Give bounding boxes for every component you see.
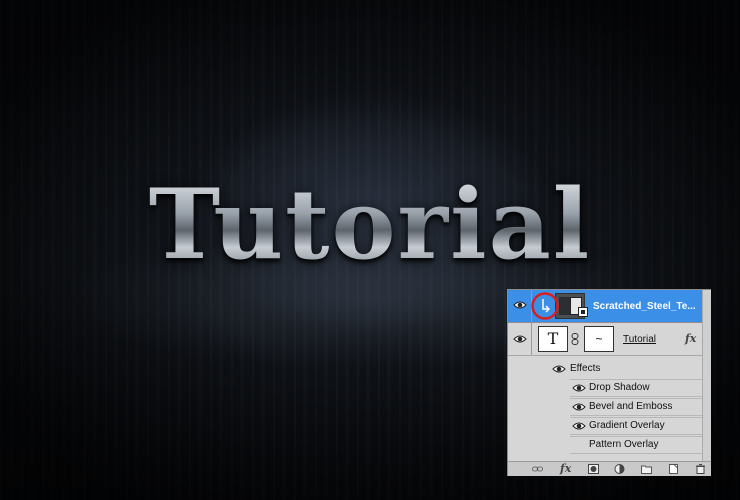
fx-icon[interactable]: fx — [560, 462, 571, 475]
mask-icon[interactable] — [588, 464, 599, 474]
fx-badge-icon[interactable]: fx — [685, 332, 696, 345]
effect-label: Pattern Overlay — [589, 439, 659, 450]
link-chain-icon[interactable] — [571, 333, 579, 345]
layer-name-scratched-steel[interactable]: Scratched_Steel_Te... — [593, 301, 696, 312]
layers-bottom-toolbar: fx — [508, 461, 711, 476]
layer-row-tutorial[interactable]: T ~ Tutorial fx — [508, 323, 711, 356]
effect-pattern-overlay[interactable]: Pattern Overlay — [570, 436, 711, 454]
text-layer-thumbnail[interactable]: T — [538, 326, 568, 352]
layer-row-scratched-steel[interactable]: Scratched_Steel_Te... — [508, 290, 711, 323]
layer-mask-thumbnail[interactable]: ~ — [584, 326, 614, 352]
effects-header-row[interactable]: Effects — [508, 360, 711, 378]
eye-icon[interactable] — [572, 383, 586, 393]
effect-drop-shadow[interactable]: Drop Shadow — [570, 379, 711, 397]
eye-icon[interactable] — [513, 300, 527, 310]
smart-object-badge-icon — [578, 307, 588, 317]
effect-gradient-overlay[interactable]: Gradient Overlay — [570, 417, 711, 435]
folder-icon[interactable] — [641, 464, 652, 474]
adjustment-icon[interactable] — [614, 464, 625, 474]
layers-scrollbar[interactable] — [702, 290, 711, 461]
eye-icon[interactable] — [572, 421, 586, 431]
effect-label: Bevel and Emboss — [589, 401, 673, 412]
layers-panel: Scratched_Steel_Te... T ~ Tutorial fx Ef… — [507, 289, 711, 476]
effect-label: Drop Shadow — [589, 382, 650, 393]
trash-icon[interactable] — [695, 464, 706, 474]
new-layer-icon[interactable] — [668, 464, 679, 474]
layer-visibility-cell[interactable] — [508, 323, 532, 355]
eye-icon[interactable] — [572, 402, 586, 412]
link-icon[interactable] — [532, 464, 543, 474]
effect-bevel-emboss[interactable]: Bevel and Emboss — [570, 398, 711, 416]
eye-icon[interactable] — [513, 334, 527, 344]
effects-header-label: Effects — [570, 363, 601, 374]
eye-icon[interactable] — [552, 364, 566, 374]
annotation-circle — [531, 292, 559, 320]
layer-visibility-cell[interactable] — [508, 290, 532, 322]
effect-label: Gradient Overlay — [589, 420, 665, 431]
layer-name-tutorial[interactable]: Tutorial — [623, 334, 656, 345]
canvas-tutorial-text: Tutorial — [0, 168, 740, 281]
